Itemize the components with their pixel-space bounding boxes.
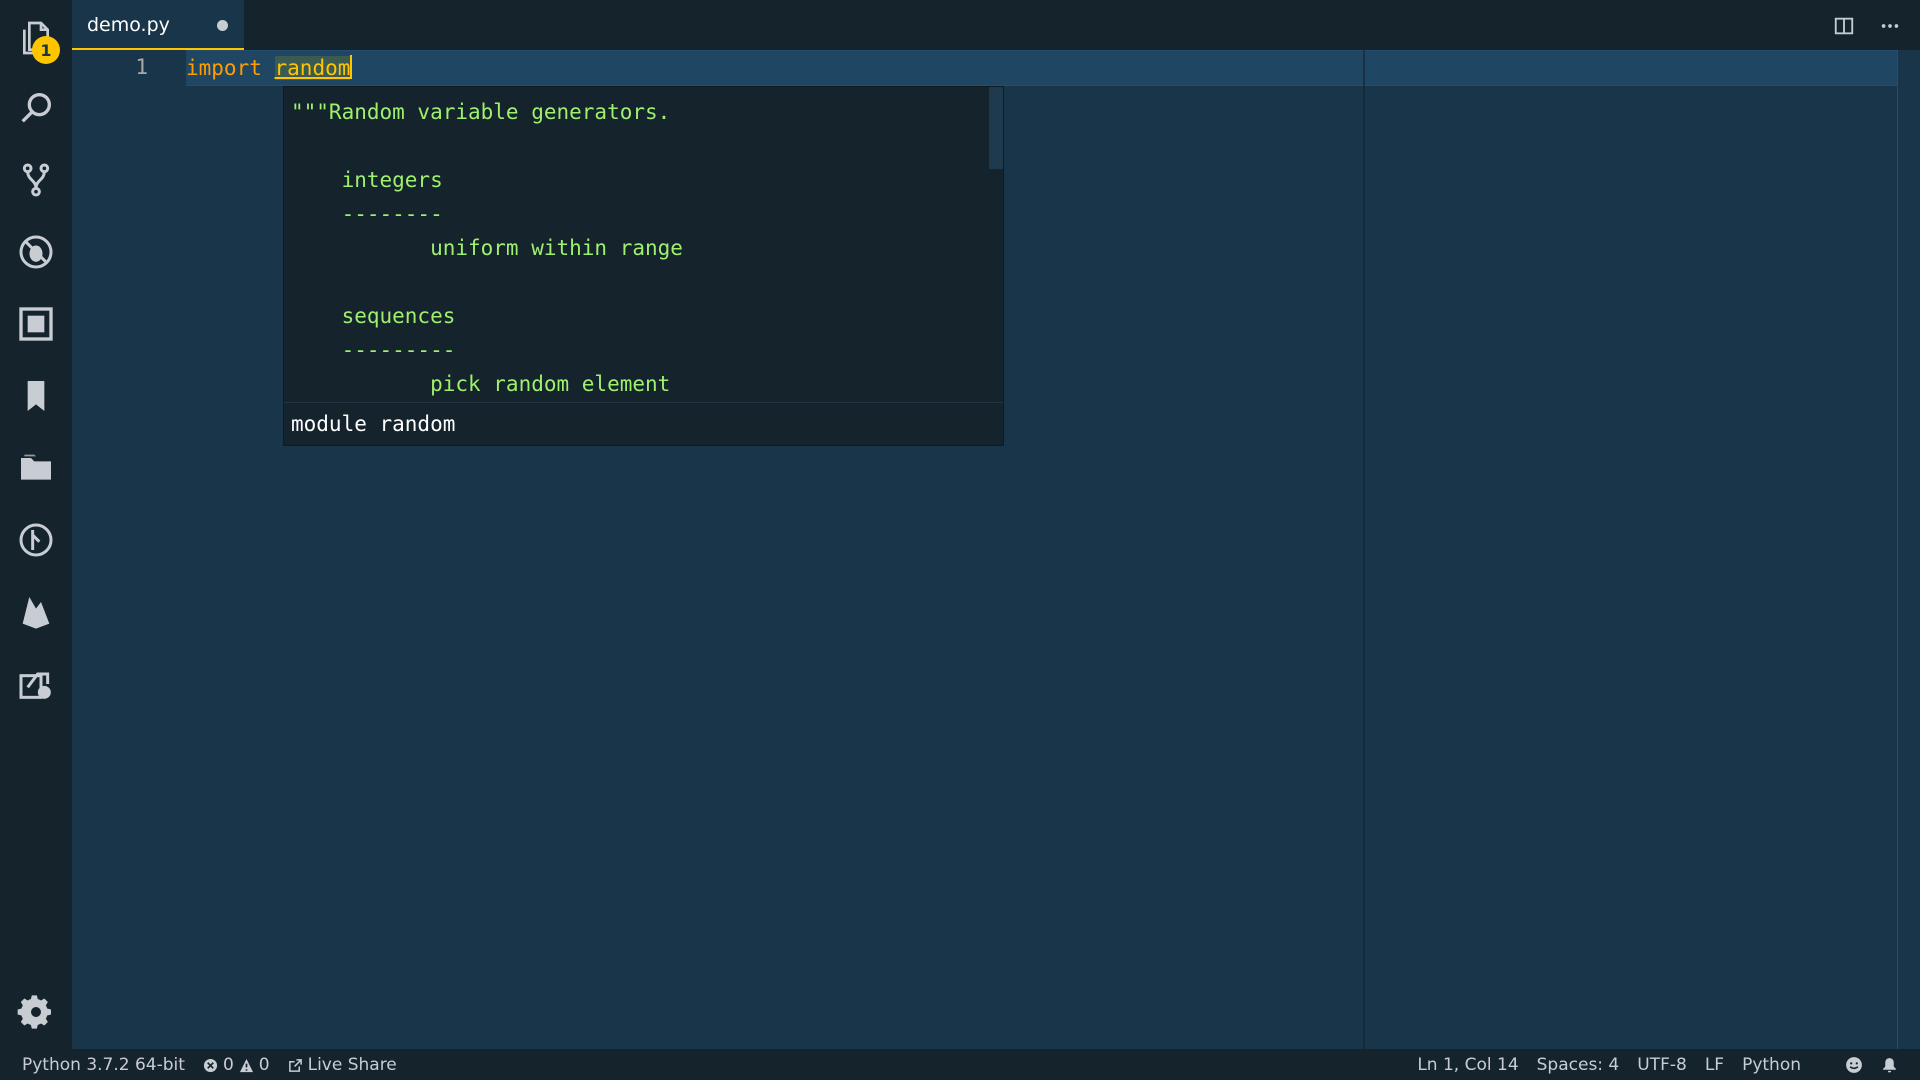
hover-docstring: """Random variable generators. integers … bbox=[291, 95, 683, 401]
tab-demo-py[interactable]: demo.py bbox=[72, 0, 244, 50]
debug-icon[interactable] bbox=[12, 228, 60, 276]
cursor-position[interactable]: Ln 1, Col 14 bbox=[1417, 1055, 1518, 1075]
doc-line: integers bbox=[291, 168, 443, 192]
more-actions-icon[interactable] bbox=[1876, 12, 1904, 40]
bookmark-icon[interactable] bbox=[12, 372, 60, 420]
status-bar: Python 3.7.2 64-bit 0 0 Live Share Ln 1,… bbox=[0, 1049, 1920, 1080]
live-share-icon bbox=[288, 1058, 302, 1072]
column-ruler bbox=[1363, 50, 1365, 1049]
live-share-label: Live Share bbox=[307, 1055, 397, 1075]
tab-filename: demo.py bbox=[87, 14, 170, 36]
code-line-1[interactable]: import random bbox=[186, 55, 353, 80]
extensions-icon[interactable] bbox=[12, 300, 60, 348]
language-mode[interactable]: Python bbox=[1742, 1055, 1801, 1075]
feedback-smiley-icon[interactable] bbox=[1845, 1056, 1863, 1074]
signature-text: module random bbox=[291, 412, 456, 436]
doc-line: uniform within range bbox=[291, 236, 683, 260]
explorer-badge: 1 bbox=[32, 36, 60, 64]
folder-icon[interactable] bbox=[12, 444, 60, 492]
line-gutter: 1 bbox=[72, 50, 186, 1049]
firebase-icon[interactable] bbox=[12, 588, 60, 636]
module-name[interactable]: random bbox=[274, 56, 351, 80]
error-icon bbox=[203, 1058, 217, 1072]
activity-bar: 1 bbox=[0, 0, 72, 1049]
doc-line: -------- bbox=[291, 202, 443, 226]
unsaved-dot-icon[interactable] bbox=[217, 20, 228, 31]
line-number: 1 bbox=[135, 55, 148, 79]
doc-line: --------- bbox=[291, 338, 456, 362]
live-share-button[interactable]: Live Share bbox=[288, 1055, 397, 1075]
source-control-icon[interactable] bbox=[12, 156, 60, 204]
text-cursor bbox=[350, 55, 353, 79]
problems-indicator[interactable]: 0 0 bbox=[203, 1055, 270, 1075]
warning-count: 0 bbox=[258, 1055, 270, 1075]
search-icon[interactable] bbox=[12, 84, 60, 132]
doc-line: sequences bbox=[291, 304, 456, 328]
hover-signature: module random bbox=[284, 402, 1003, 445]
warning-icon bbox=[239, 1058, 253, 1072]
hover-tooltip: """Random variable generators. integers … bbox=[283, 86, 1004, 446]
notifications-bell-icon[interactable] bbox=[1881, 1057, 1898, 1074]
import-keyword: import bbox=[186, 56, 262, 80]
tab-bar: demo.py bbox=[72, 0, 1920, 50]
split-editor-icon[interactable] bbox=[1830, 12, 1858, 40]
end-of-line[interactable]: LF bbox=[1705, 1055, 1724, 1075]
indentation[interactable]: Spaces: 4 bbox=[1537, 1055, 1620, 1075]
doc-line: pick random element bbox=[291, 372, 671, 396]
git-history-icon[interactable] bbox=[12, 516, 60, 564]
hover-scrollbar[interactable] bbox=[989, 87, 1003, 169]
editor-scrollbar[interactable] bbox=[1897, 50, 1920, 1049]
doc-line bbox=[291, 265, 683, 299]
tab-actions bbox=[1830, 12, 1904, 40]
doc-line bbox=[291, 129, 683, 163]
python-interpreter[interactable]: Python 3.7.2 64-bit bbox=[22, 1055, 185, 1075]
current-line-highlight bbox=[186, 50, 1920, 86]
encoding[interactable]: UTF-8 bbox=[1637, 1055, 1687, 1075]
settings-gear-icon[interactable] bbox=[12, 988, 60, 1036]
doc-line: """Random variable generators. bbox=[291, 100, 671, 124]
error-count: 0 bbox=[222, 1055, 234, 1075]
remote-icon[interactable] bbox=[12, 660, 60, 708]
